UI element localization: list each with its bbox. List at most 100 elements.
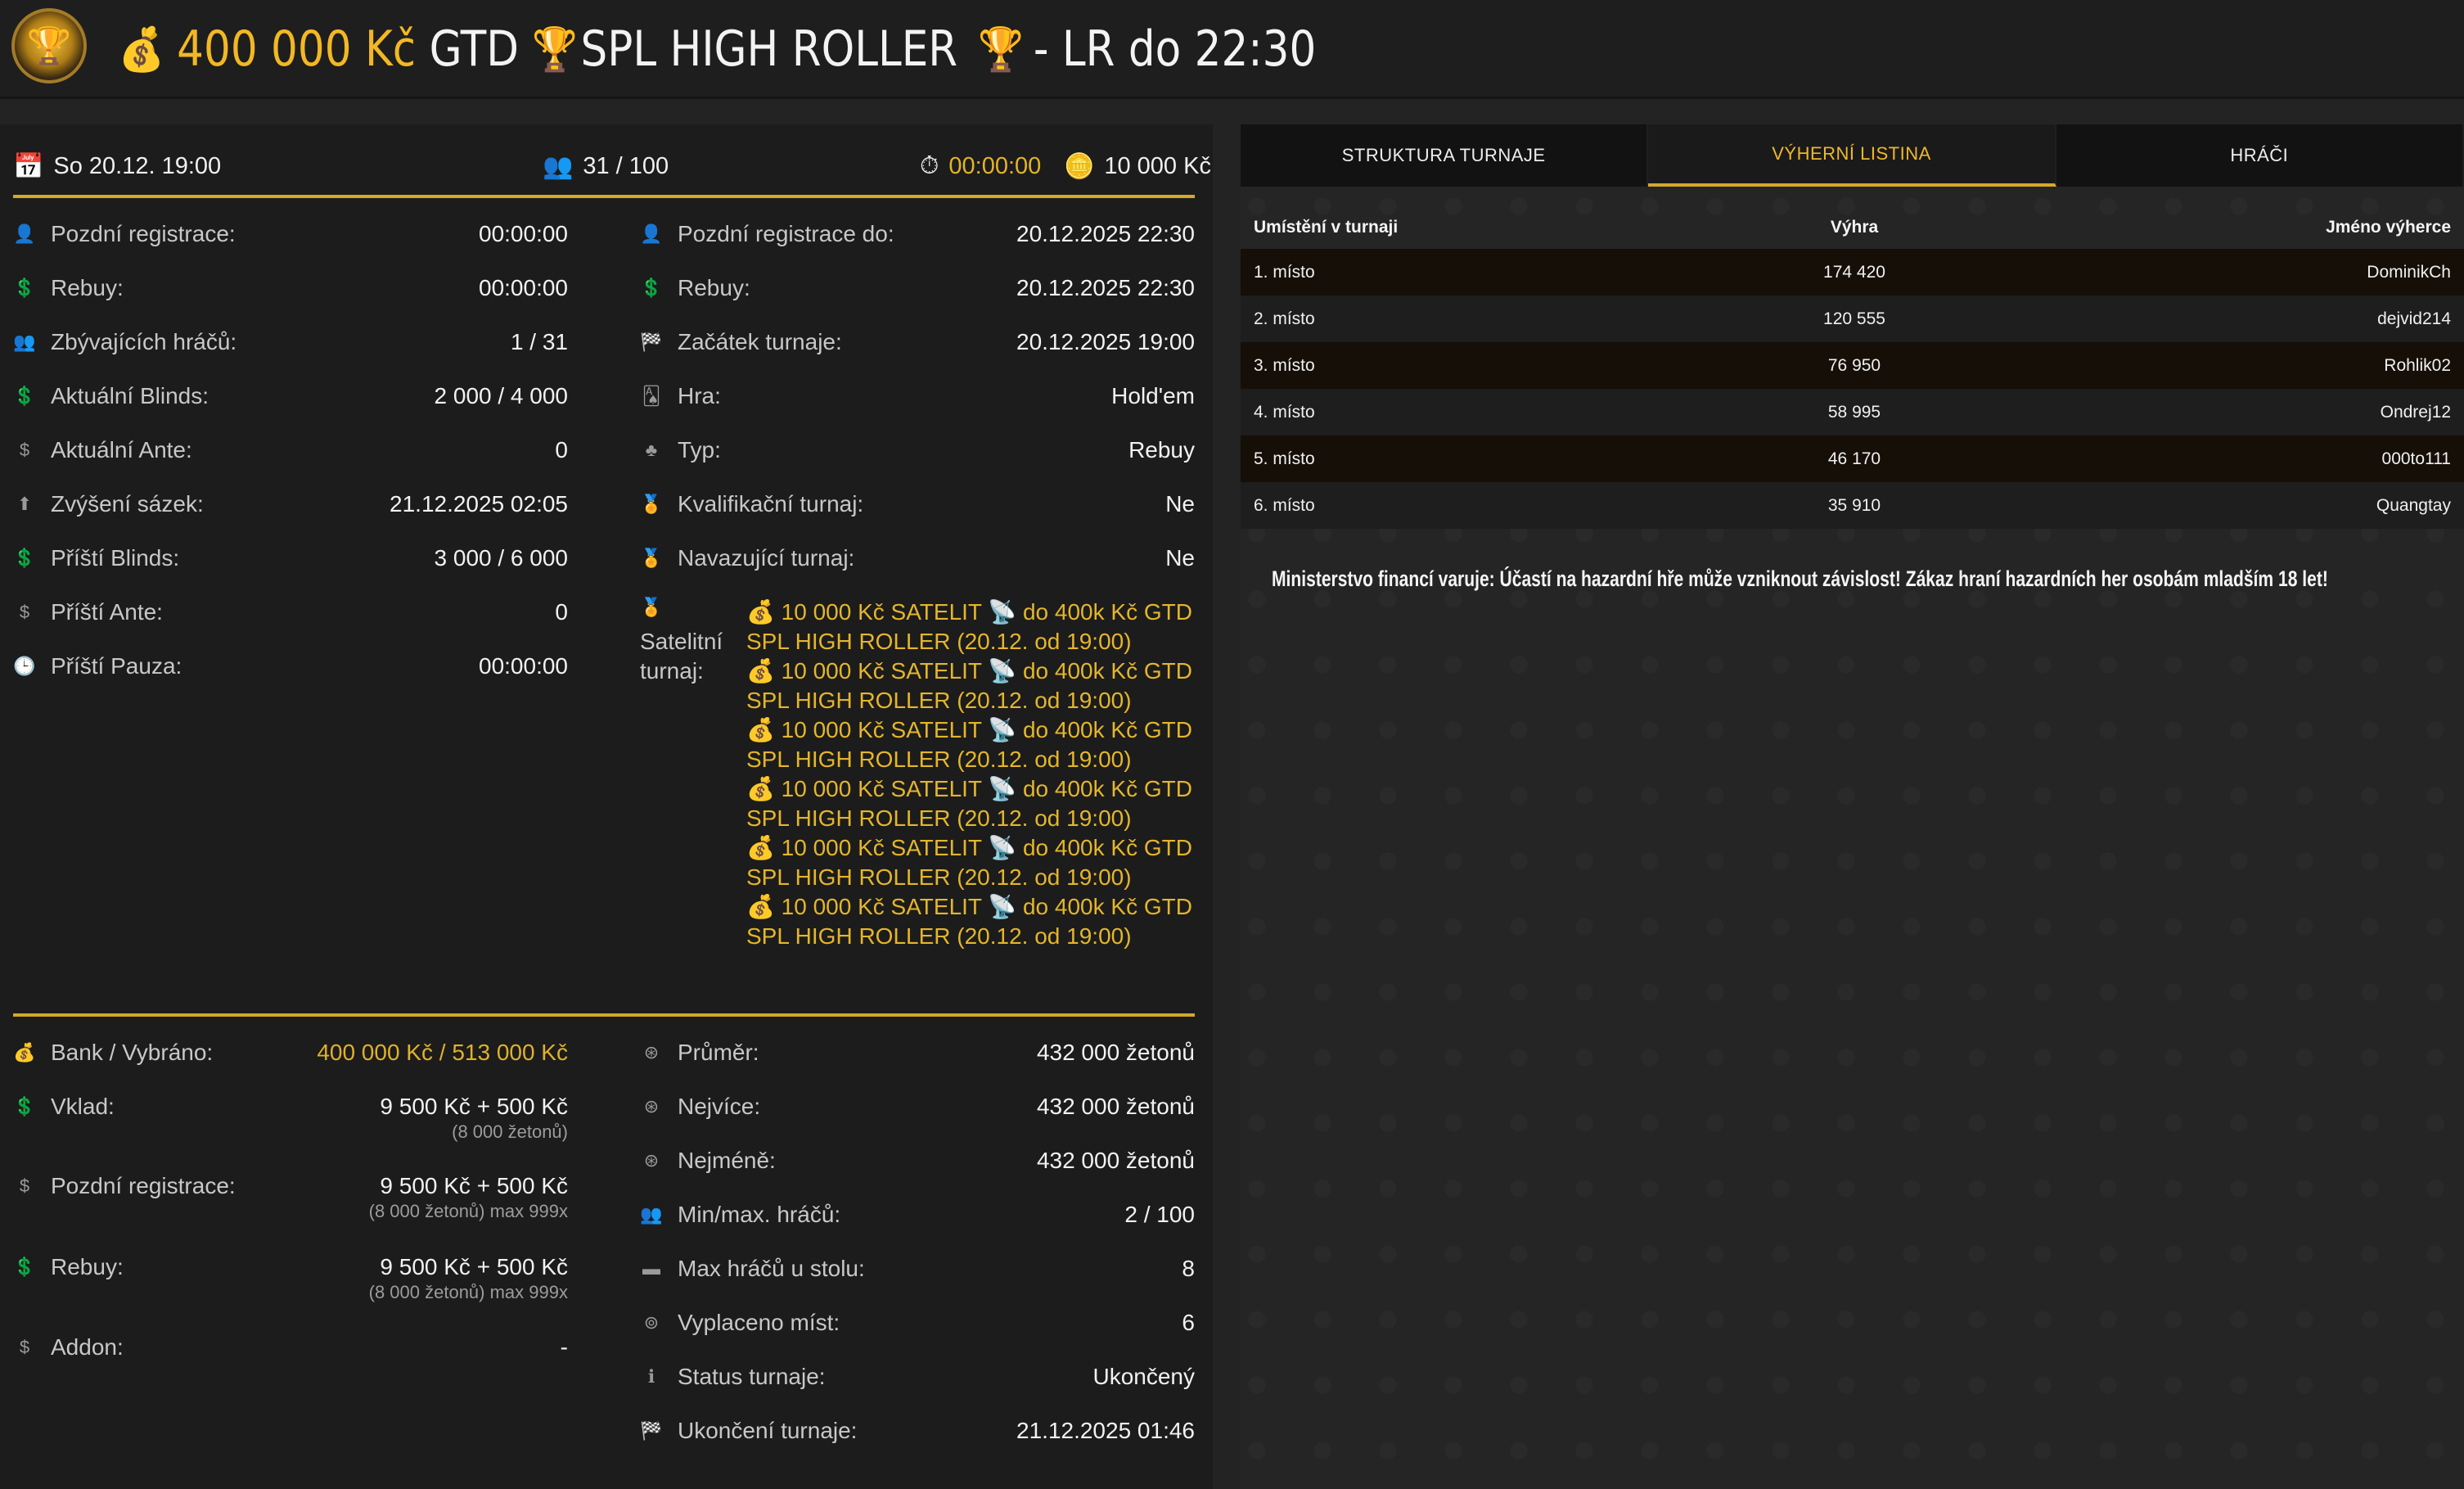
satellite-link-line1: 💰 10 000 Kč SATELIT 📡 do 400k Kč GTD xyxy=(746,657,1205,686)
rebuy-icon: 💲 xyxy=(13,1257,36,1277)
detail-label: Aktuální Blinds: xyxy=(51,383,209,408)
detail-row: 👤 Pozdní registrace: 00:00:00 xyxy=(13,218,568,250)
prize-cell: 120 555 xyxy=(1823,309,1885,328)
detail-label: Zvýšení sázek: xyxy=(51,491,204,517)
detail-value: 0 xyxy=(555,437,568,462)
satellite-link[interactable]: 💰 10 000 Kč SATELIT 📡 do 400k Kč GTD SPL … xyxy=(746,833,1205,892)
detail-label: Začátek turnaje: xyxy=(678,329,842,354)
satellite-link[interactable]: 💰 10 000 Kč SATELIT 📡 do 400k Kč GTD SPL … xyxy=(746,892,1205,951)
winner-cell: Rohlik02 xyxy=(2384,355,2451,375)
satellite-icon: 📡 xyxy=(981,717,1023,742)
rebuy-icon: 💲 xyxy=(640,277,663,298)
title-suffix: - LR do 22:30 xyxy=(1033,20,1317,78)
detail-row: $ Pozdní registrace: 9 500 Kč + 500 Kč xyxy=(13,1170,568,1202)
medal-icon: 🏅 xyxy=(640,597,663,617)
paid-icon: ⊚ xyxy=(643,1312,660,1333)
satellite-link-line1: 💰 10 000 Kč SATELIT 📡 do 400k Kč GTD xyxy=(746,833,1205,863)
medal-icon: 🏅 xyxy=(640,494,663,514)
place-cell: 6. místo xyxy=(1254,495,1315,515)
detail-value: 00:00:00 xyxy=(479,275,568,300)
tournament-summary-bar: 📅 So 20.12. 19:00 👥 31 / 100 ⏱ 00:00:00 … xyxy=(13,144,1211,198)
detail-label: Pozdní registrace do: xyxy=(678,221,894,246)
satellite-name: 10 000 Kč SATELIT xyxy=(781,776,982,801)
satellite-link[interactable]: 💰 10 000 Kč SATELIT 📡 do 400k Kč GTD SPL … xyxy=(746,598,1205,657)
detail-label: Nejvíce: xyxy=(678,1094,761,1119)
flag-icon: 🏁 xyxy=(640,1420,663,1441)
table-row: 5. místo 46 170 000to111 xyxy=(1241,435,2464,482)
timer-text: 00:00:00 xyxy=(948,152,1042,179)
winner-cell: Ondrej12 xyxy=(2380,402,2451,422)
table-row: 2. místo 120 555 dejvid214 xyxy=(1241,296,2464,342)
satellite-list: 💰 10 000 Kč SATELIT 📡 do 400k Kč GTD SPL … xyxy=(746,598,1205,951)
detail-value: Ne xyxy=(1165,491,1195,517)
satellite-link-line1: 💰 10 000 Kč SATELIT 📡 do 400k Kč GTD xyxy=(746,598,1205,627)
detail-value: 20.12.2025 22:30 xyxy=(1016,275,1195,300)
satellite-icon: 📡 xyxy=(981,658,1023,684)
detail-value: 8 xyxy=(1182,1256,1195,1281)
detail-row: ⬆ Zvýšení sázek: 21.12.2025 02:05 xyxy=(13,488,568,521)
detail-row: 🏁 Ukončení turnaje: 21.12.2025 01:46 xyxy=(640,1415,1195,1447)
satellite-target: do 400k Kč GTD xyxy=(1022,894,1192,919)
satellite-target-event: SPL HIGH ROLLER (20.12. od 19:00) xyxy=(746,864,1132,890)
detail-row: 🏅 Kvalifikační turnaj: Ne xyxy=(640,488,1195,521)
satellite-link[interactable]: 💰 10 000 Kč SATELIT 📡 do 400k Kč GTD SPL … xyxy=(746,774,1205,833)
place-cell: 3. místo xyxy=(1254,355,1315,375)
detail-row: ♣ Typ: Rebuy xyxy=(640,434,1195,467)
money-bag-icon: 💰 xyxy=(746,599,782,625)
detail-label: Navazující turnaj: xyxy=(678,545,855,571)
satellite-label-line2: turnaj: xyxy=(640,658,704,684)
detail-row: $ Addon: - xyxy=(13,1331,568,1364)
detail-row: ⊚ Vyplaceno míst: 6 xyxy=(640,1306,1195,1339)
tab-payout-list[interactable]: VÝHERNÍ LISTINA xyxy=(1648,124,2056,187)
addon-icon: $ xyxy=(19,1337,30,1357)
satellite-link[interactable]: 💰 10 000 Kč SATELIT 📡 do 400k Kč GTD SPL … xyxy=(746,715,1205,774)
detail-value: 432 000 žetonů xyxy=(1036,1094,1195,1119)
satellite-target-event: SPL HIGH ROLLER (20.12. od 19:00) xyxy=(746,805,1132,831)
detail-row: $ Aktuální Ante: 0 xyxy=(13,434,568,467)
detail-row: ▬ Max hráčů u stolu: 8 xyxy=(640,1252,1195,1285)
header-winner: Jméno výherce xyxy=(2326,218,2451,237)
chip-icon: ⊛ xyxy=(643,1150,660,1171)
detail-value: 1 / 31 xyxy=(510,329,568,354)
game-icon: 🂡 xyxy=(642,386,661,406)
satellite-link-line1: 💰 10 000 Kč SATELIT 📡 do 400k Kč GTD xyxy=(746,715,1205,745)
buyin: 🪙 10 000 Kč xyxy=(1064,152,1211,181)
detail-row: 💲 Příští Blinds: 3 000 / 6 000 xyxy=(13,542,568,575)
detail-value: 9 500 Kč + 500 Kč xyxy=(380,1254,568,1279)
satellite-target: do 400k Kč GTD xyxy=(1022,658,1192,684)
detail-label: Nejméně: xyxy=(678,1148,776,1173)
detail-value: 0 xyxy=(555,599,568,625)
detail-value: 21.12.2025 02:05 xyxy=(390,491,568,517)
table-row: 6. místo 35 910 Quangtay xyxy=(1241,482,2464,529)
detail-value: 432 000 žetonů xyxy=(1036,1148,1195,1173)
detail-label: Příští Blinds: xyxy=(51,545,180,571)
detail-label: Addon: xyxy=(51,1334,124,1360)
satellite-name: 10 000 Kč SATELIT xyxy=(781,894,982,919)
satellite-link[interactable]: 💰 10 000 Kč SATELIT 📡 do 400k Kč GTD SPL … xyxy=(746,657,1205,715)
winner-cell: Quangtay xyxy=(2376,495,2451,515)
detail-label: Hra: xyxy=(678,383,721,408)
satellite-target: do 400k Kč GTD xyxy=(1022,835,1192,860)
satellite-target: do 400k Kč GTD xyxy=(1022,599,1192,625)
satellite-icon: 📡 xyxy=(981,776,1023,801)
tab-structure[interactable]: STRUKTURA TURNAJE xyxy=(1241,124,1649,187)
prize-cell: 46 170 xyxy=(1827,449,1881,468)
detail-row: 🏅 Navazující turnaj: Ne xyxy=(640,542,1195,575)
detail-label: Max hráčů u stolu: xyxy=(678,1256,865,1281)
money-bag-icon: 💰 xyxy=(746,776,782,801)
satellite-label: Satelitní turnaj: xyxy=(640,627,723,686)
money-bag-icon: 💰 xyxy=(746,717,782,742)
trophy-icon: 🏆 xyxy=(978,25,1024,74)
satellite-target-event: SPL HIGH ROLLER (20.12. od 19:00) xyxy=(746,747,1132,772)
level-up-icon: ⬆ xyxy=(16,494,33,514)
tournament-details-panel: 📅 So 20.12. 19:00 👥 31 / 100 ⏱ 00:00:00 … xyxy=(0,124,1213,1489)
detail-row: 💲 Rebuy: 9 500 Kč + 500 Kč xyxy=(13,1251,568,1284)
tab-players[interactable]: HRÁČI xyxy=(2056,124,2464,187)
detail-label: Rebuy: xyxy=(678,275,750,300)
money-bag-icon: 💰 xyxy=(746,894,782,919)
detail-row: ⊛ Nejméně: 432 000 žetonů xyxy=(640,1144,1195,1177)
deposit-icon: 💲 xyxy=(13,1096,36,1117)
detail-label: Vklad: xyxy=(51,1094,115,1119)
winner-cell: DominikCh xyxy=(2367,262,2451,282)
payout-table: Umístění v turnaji Výhra Jméno výherce 1… xyxy=(1241,206,2464,529)
